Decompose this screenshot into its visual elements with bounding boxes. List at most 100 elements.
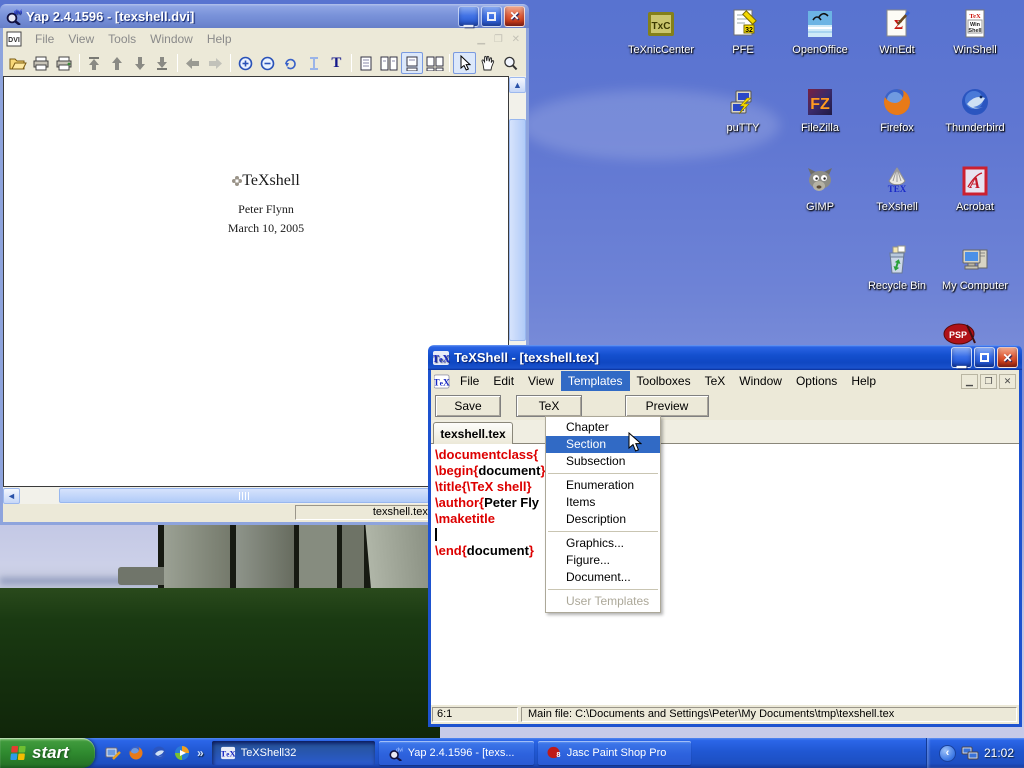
- yap-titlebar[interactable]: dvi Yap 2.4.1596 - [texshell.dvi] ▁ ✕: [0, 4, 529, 28]
- forward-icon[interactable]: [204, 52, 227, 74]
- yap-minimize-button[interactable]: ▁: [458, 6, 479, 27]
- previous-page-icon[interactable]: [105, 52, 128, 74]
- menu-item-items[interactable]: Items: [546, 494, 660, 511]
- tray-collapse-button[interactable]: ‹: [939, 745, 956, 762]
- menu-item-section[interactable]: Section: [546, 436, 660, 453]
- taskbar-task-paintshoppro[interactable]: 8 Jasc Paint Shop Pro: [538, 741, 691, 765]
- save-button[interactable]: Save: [435, 395, 501, 417]
- desktop-icon-filezilla[interactable]: FZ FileZilla: [781, 86, 859, 136]
- menu-window[interactable]: Window: [732, 371, 789, 391]
- texniccenter-icon: TxC: [645, 8, 677, 40]
- open-icon[interactable]: [7, 52, 30, 74]
- print-page-icon[interactable]: [53, 52, 76, 74]
- refresh-icon[interactable]: [279, 52, 302, 74]
- continuous-view-icon[interactable]: [401, 52, 424, 74]
- zoom-out-icon[interactable]: [256, 52, 279, 74]
- network-status-icon[interactable]: [961, 745, 979, 761]
- desktop-icon-thunderbird[interactable]: Thunderbird: [936, 86, 1014, 136]
- desktop-icon-texshell[interactable]: TEX TeXshell: [858, 165, 936, 215]
- texshell-maximize-button[interactable]: [974, 347, 995, 368]
- text-mode-icon[interactable]: T: [325, 52, 348, 74]
- tex-button[interactable]: TeX: [516, 395, 582, 417]
- desktop-icon-winedt[interactable]: Σ WinEdt: [858, 8, 936, 58]
- taskbar-clock[interactable]: 21:02: [984, 746, 1014, 760]
- desktop-icon-gimp[interactable]: GIMP: [781, 165, 859, 215]
- mdi-close-button[interactable]: ✕: [999, 374, 1016, 389]
- taskbar-task-texshell32[interactable]: TeX TeXShell32: [212, 741, 375, 765]
- yap-menu-file[interactable]: File: [28, 29, 61, 49]
- menu-item-document[interactable]: Document...: [546, 569, 660, 586]
- svg-text:PSP: PSP: [949, 330, 967, 340]
- source-link-marker-icon: [232, 176, 242, 186]
- paintshoppro-task-icon: 8: [547, 746, 562, 760]
- menu-item-enumeration[interactable]: Enumeration: [546, 477, 660, 494]
- magnifier-tool-icon[interactable]: [499, 52, 522, 74]
- single-page-view-icon[interactable]: [355, 52, 378, 74]
- yap-maximize-button[interactable]: [481, 6, 502, 27]
- menu-item-subsection[interactable]: Subsection: [546, 453, 660, 470]
- yap-hscroll-thumb[interactable]: [59, 488, 429, 503]
- desktop-icon-pfe[interactable]: 32 PFE: [704, 8, 782, 58]
- desktop-icon-my-computer[interactable]: My Computer: [936, 244, 1014, 294]
- texshell-toolbar: Save TeX Preview: [431, 392, 1019, 420]
- thunderbird-quicklaunch-icon[interactable]: [151, 745, 167, 761]
- menu-view[interactable]: View: [521, 371, 561, 391]
- menu-file[interactable]: File: [453, 371, 486, 391]
- yap-vscroll-thumb[interactable]: [509, 119, 526, 341]
- edit-cursor-icon[interactable]: [302, 52, 325, 74]
- preview-button[interactable]: Preview: [625, 395, 709, 417]
- double-page-view-icon[interactable]: [378, 52, 401, 74]
- texshell-task-icon: TeX: [221, 746, 236, 760]
- scroll-left-arrow[interactable]: ◄: [3, 488, 20, 504]
- desktop-icon-openoffice[interactable]: OpenOffice: [781, 8, 859, 58]
- menu-item-graphics[interactable]: Graphics...: [546, 535, 660, 552]
- yap-menu-view[interactable]: View: [61, 29, 101, 49]
- select-tool-icon[interactable]: [453, 52, 476, 74]
- svg-text:dvi: dvi: [396, 747, 403, 753]
- start-button[interactable]: start: [0, 738, 95, 768]
- desktop-icon-texniccenter[interactable]: TxC TeXnicCenter: [622, 8, 700, 58]
- taskbar-task-yap[interactable]: dvi Yap 2.4.1596 - [texs...: [379, 741, 534, 765]
- first-page-icon[interactable]: [83, 52, 106, 74]
- menu-item-figure[interactable]: Figure...: [546, 552, 660, 569]
- menu-toolboxes[interactable]: Toolboxes: [630, 371, 698, 391]
- desktop-icon-winshell[interactable]: TeXWinShell WinShell: [936, 8, 1014, 58]
- menu-help[interactable]: Help: [844, 371, 883, 391]
- yap-menu-window[interactable]: Window: [143, 29, 200, 49]
- back-icon[interactable]: [181, 52, 204, 74]
- acrobat-icon: A: [959, 165, 991, 197]
- menu-options[interactable]: Options: [789, 371, 844, 391]
- menu-tex[interactable]: TeX: [698, 371, 733, 391]
- code-editor[interactable]: \documentclass{ \begin{document} \title{…: [431, 444, 1019, 705]
- next-page-icon[interactable]: [128, 52, 151, 74]
- print-icon[interactable]: [30, 52, 53, 74]
- show-desktop-icon[interactable]: [105, 745, 121, 761]
- menu-templates[interactable]: Templates: [561, 371, 630, 391]
- media-player-icon[interactable]: [174, 745, 190, 761]
- desktop-icon-firefox[interactable]: Firefox: [858, 86, 936, 136]
- dvi-date-line: March 10, 2005: [176, 221, 356, 236]
- menu-edit[interactable]: Edit: [486, 371, 521, 391]
- hand-tool-icon[interactable]: [476, 52, 499, 74]
- menu-item-description[interactable]: Description: [546, 511, 660, 528]
- zoom-in-icon[interactable]: [234, 52, 257, 74]
- desktop-icon-paintshoppro[interactable]: PSP: [941, 321, 979, 347]
- menu-item-chapter[interactable]: Chapter: [546, 419, 660, 436]
- firefox-quicklaunch-icon[interactable]: [128, 745, 144, 761]
- desktop-icon-acrobat[interactable]: A Acrobat: [936, 165, 1014, 215]
- desktop-icon-putty[interactable]: puTTY: [704, 86, 782, 136]
- desktop-icon-recycle-bin[interactable]: Recycle Bin: [858, 244, 936, 294]
- yap-menu-help[interactable]: Help: [200, 29, 239, 49]
- texshell-titlebar[interactable]: TeX TeXShell - [texshell.tex] ▁ ✕: [428, 345, 1022, 370]
- quick-launch-overflow-chevron[interactable]: »: [197, 746, 204, 760]
- scroll-up-arrow[interactable]: ▲: [509, 77, 526, 93]
- mdi-restore-button[interactable]: ❐: [980, 374, 997, 389]
- last-page-icon[interactable]: [151, 52, 174, 74]
- yap-close-button[interactable]: ✕: [504, 6, 525, 27]
- tab-texshell-tex[interactable]: texshell.tex: [433, 422, 513, 444]
- yap-menu-tools[interactable]: Tools: [101, 29, 143, 49]
- texshell-close-button[interactable]: ✕: [997, 347, 1018, 368]
- mdi-minimize-button[interactable]: ▁: [961, 374, 978, 389]
- continuous-facing-view-icon[interactable]: [423, 52, 446, 74]
- texshell-minimize-button[interactable]: ▁: [951, 347, 972, 368]
